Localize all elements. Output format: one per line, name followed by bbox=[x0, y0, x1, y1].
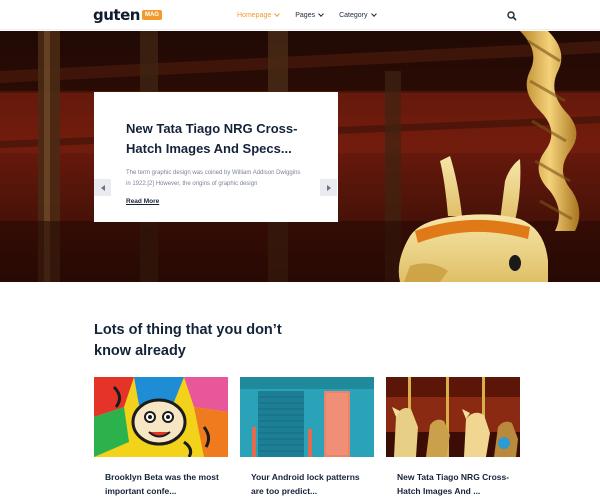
post-title[interactable]: Your Android lock patterns are too predi… bbox=[240, 470, 374, 498]
post-card: Brooklyn Beta was the most important con… bbox=[94, 377, 228, 498]
chevron-down-icon bbox=[318, 10, 324, 17]
section-title: Lots of thing that you don’t know alread… bbox=[94, 322, 282, 359]
read-more-link[interactable]: Read More bbox=[126, 198, 159, 205]
nav-item-label: Category bbox=[339, 11, 368, 19]
doors-image bbox=[240, 377, 374, 457]
site-logo[interactable]: guten MAG bbox=[93, 6, 162, 24]
slide-excerpt: The term graphic design was coined by Wi… bbox=[126, 170, 301, 187]
logo-badge: MAG bbox=[141, 10, 162, 20]
main-nav: Homepage Pages Category bbox=[237, 0, 377, 30]
post-thumbnail[interactable] bbox=[240, 377, 374, 457]
search-icon bbox=[507, 11, 517, 21]
chevron-down-icon bbox=[274, 10, 281, 17]
graffiti-image bbox=[94, 377, 228, 457]
nav-item-category[interactable]: Category bbox=[339, 10, 377, 19]
post-thumbnail[interactable] bbox=[94, 377, 228, 457]
post-card: New Tata Tiago NRG Cross-Hatch Images An… bbox=[386, 377, 520, 498]
search-button[interactable] bbox=[506, 9, 518, 21]
carousel-image bbox=[386, 377, 520, 457]
nav-item-pages[interactable]: Pages bbox=[295, 10, 324, 19]
logo-text: guten bbox=[93, 6, 140, 24]
post-card: Your Android lock patterns are too predi… bbox=[240, 377, 374, 498]
slider-prev-button[interactable] bbox=[94, 179, 111, 196]
post-thumbnail[interactable] bbox=[386, 377, 520, 457]
chevron-right-icon bbox=[326, 184, 331, 191]
chevron-down-icon bbox=[370, 10, 377, 17]
chevron-left-icon bbox=[100, 184, 105, 191]
slide-card: New Tata Tiago NRG Cross-Hatch Images An… bbox=[94, 92, 338, 222]
slider-next-button[interactable] bbox=[320, 179, 337, 196]
nav-item-label: Homepage bbox=[237, 11, 272, 19]
hero-slider: New Tata Tiago NRG Cross-Hatch Images An… bbox=[0, 31, 600, 282]
slide-title[interactable]: New Tata Tiago NRG Cross-Hatch Images An… bbox=[126, 119, 306, 159]
nav-item-homepage[interactable]: Homepage bbox=[237, 10, 281, 19]
post-title[interactable]: Brooklyn Beta was the most important con… bbox=[94, 470, 228, 498]
post-title[interactable]: New Tata Tiago NRG Cross-Hatch Images An… bbox=[386, 470, 520, 498]
nav-item-label: Pages bbox=[295, 11, 316, 19]
post-grid: Brooklyn Beta was the most important con… bbox=[94, 377, 521, 500]
site-header: guten MAG Homepage Pages Category bbox=[0, 0, 600, 30]
